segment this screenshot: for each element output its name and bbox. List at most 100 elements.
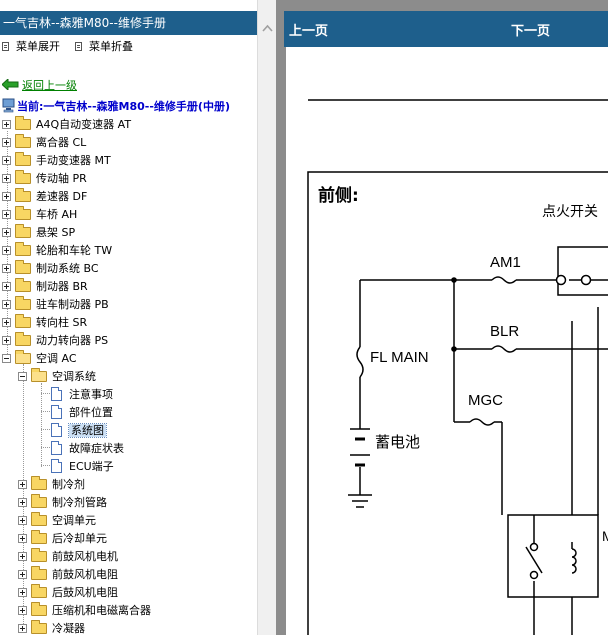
tree-item-label: 制动系统 BC [36, 262, 99, 275]
switch-terminal [555, 274, 567, 286]
folder-icon [15, 314, 31, 328]
tree-page-ecu-terminals[interactable]: ECU端子 [51, 458, 114, 476]
expand-plus-icon[interactable] [18, 606, 27, 615]
tree-page-symptom-table[interactable]: 故障症状表 [51, 440, 124, 458]
expand-plus-icon[interactable] [2, 210, 11, 219]
expand-plus-icon[interactable] [2, 174, 11, 183]
tree-item-label: 手动变速器 MT [36, 154, 111, 167]
tree-item-label: 空调系统 [52, 370, 96, 383]
expand-plus-icon[interactable] [18, 498, 27, 507]
expand-plus-icon[interactable] [2, 300, 11, 309]
expand-plus-icon[interactable] [18, 552, 27, 561]
tree-item-condenser[interactable]: 冷凝器 [18, 620, 85, 635]
fuse-flmain [356, 346, 364, 378]
tree-item-refrigerant-lines[interactable]: 制冷剂管路 [18, 494, 107, 512]
collapse-minus-icon[interactable] [18, 372, 27, 381]
collapse-minus-icon[interactable] [2, 354, 11, 363]
expand-plus-icon[interactable] [18, 534, 27, 543]
prev-page-button[interactable]: 上一页 [289, 20, 328, 39]
tree-item-pr[interactable]: 传动轴 PR [2, 170, 87, 188]
expand-plus-icon[interactable] [18, 516, 27, 525]
expand-plus-icon[interactable] [2, 156, 11, 165]
tree-page-precautions[interactable]: 注意事项 [51, 386, 113, 404]
tree-item-tw[interactable]: 轮胎和车轮 TW [2, 242, 112, 260]
page-icon [51, 387, 62, 401]
page-icon [51, 423, 62, 437]
folder-icon [31, 620, 47, 634]
tree-item-mt[interactable]: 手动变速器 MT [2, 152, 111, 170]
relay-terminal [529, 570, 539, 580]
fuse-mgc [469, 418, 495, 426]
folder-icon [31, 548, 47, 562]
menu-expand-icon [2, 42, 9, 51]
folder-icon [15, 260, 31, 274]
tree-item-bc[interactable]: 制动系统 BC [2, 260, 99, 278]
tree-item-pb[interactable]: 驻车制动器 PB [2, 296, 109, 314]
tree-item-ps[interactable]: 动力转向器 PS [2, 332, 108, 350]
tree-item-ac[interactable]: 空调 AC [2, 350, 77, 368]
expand-plus-icon[interactable] [2, 318, 11, 327]
tree-item-ac-system[interactable]: 空调系统 [18, 368, 96, 386]
junction-dot [451, 277, 457, 283]
tree-page-component-location[interactable]: 部件位置 [51, 404, 113, 422]
tree-item-df[interactable]: 差速器 DF [2, 188, 87, 206]
tree-page-label: ECU端子 [69, 460, 114, 473]
scroll-up-icon[interactable] [261, 22, 274, 35]
menu-collapse-button[interactable]: 菜单折叠 [75, 40, 133, 54]
folder-icon [15, 188, 31, 202]
tree-item-ac-unit[interactable]: 空调单元 [18, 512, 96, 530]
tree-item-cl[interactable]: 离合器 CL [2, 134, 86, 152]
tree-item-br[interactable]: 制动器 BR [2, 278, 88, 296]
page-icon [51, 405, 62, 419]
tree-item-sp[interactable]: 悬架 SP [2, 224, 75, 242]
expand-plus-icon[interactable] [18, 624, 27, 633]
expand-plus-icon[interactable] [2, 282, 11, 291]
diagram-blr-label: BLR [490, 323, 519, 340]
folder-icon [31, 494, 47, 508]
back-link[interactable]: 返回上一级 [1, 77, 77, 94]
diagram-m-label: M [602, 528, 608, 544]
expand-plus-icon[interactable] [18, 480, 27, 489]
tree-item-sr[interactable]: 转向柱 SR [2, 314, 87, 332]
expand-plus-icon[interactable] [2, 138, 11, 147]
document-page: 前侧: 点火开关 AM1 BLR FL MAIN MGC 蓄电池 M [286, 47, 608, 635]
tree-item-label: 轮胎和车轮 TW [36, 244, 113, 257]
tree-page-system-diagram[interactable]: 系统图 [51, 422, 107, 440]
tree-item-rear-blower-resistor[interactable]: 后鼓风机电阻 [18, 584, 118, 602]
expand-plus-icon[interactable] [2, 228, 11, 237]
tree-item-label: 后冷却单元 [52, 532, 107, 545]
tree-item-ah[interactable]: 车桥 AH [2, 206, 77, 224]
current-path: 当前:一气吉林--森雅M80--维修手册(中册) [2, 98, 230, 114]
tree-item-label: 空调单元 [52, 514, 96, 527]
expand-plus-icon[interactable] [2, 264, 11, 273]
wiring-diagram: 前侧: 点火开关 AM1 BLR FL MAIN MGC 蓄电池 M [307, 99, 608, 635]
folder-open-icon [31, 368, 47, 382]
fuse-am1 [491, 276, 517, 284]
tree-item-at[interactable]: A4Q自动变速器 AT [2, 116, 131, 134]
folder-icon [15, 296, 31, 310]
left-panel: 一气吉林--森雅M80--维修手册 菜单展开 菜单折叠 返回上一级 当前:一气吉… [0, 0, 276, 635]
tree-item-label: A4Q自动变速器 AT [36, 118, 132, 131]
back-arrow-icon [1, 77, 19, 92]
expand-plus-icon[interactable] [18, 588, 27, 597]
tree-item-compressor-clutch[interactable]: 压缩机和电磁离合器 [18, 602, 151, 620]
tree-item-rear-cooling-unit[interactable]: 后冷却单元 [18, 530, 107, 548]
tree-item-refrigerant[interactable]: 制冷剂 [18, 476, 85, 494]
tree-item-label: 转向柱 SR [36, 316, 88, 329]
expand-plus-icon[interactable] [2, 192, 11, 201]
expand-plus-icon[interactable] [2, 246, 11, 255]
tree-connector [41, 383, 42, 467]
expand-plus-icon[interactable] [18, 570, 27, 579]
tree-connector [41, 393, 50, 394]
next-page-button[interactable]: 下一页 [511, 20, 550, 39]
tree-page-label: 故障症状表 [69, 442, 124, 455]
expand-plus-icon[interactable] [2, 336, 11, 345]
tree-scrollbar[interactable] [257, 0, 276, 635]
tree-item-front-blower-motor[interactable]: 前鼓风机电机 [18, 548, 118, 566]
menu-expand-button[interactable]: 菜单展开 [2, 40, 60, 54]
tree-connector [41, 447, 50, 448]
menu-collapse-label: 菜单折叠 [89, 40, 133, 53]
tree-item-front-blower-resistor[interactable]: 前鼓风机电阻 [18, 566, 118, 584]
expand-plus-icon[interactable] [2, 120, 11, 129]
folder-open-icon [15, 350, 31, 364]
